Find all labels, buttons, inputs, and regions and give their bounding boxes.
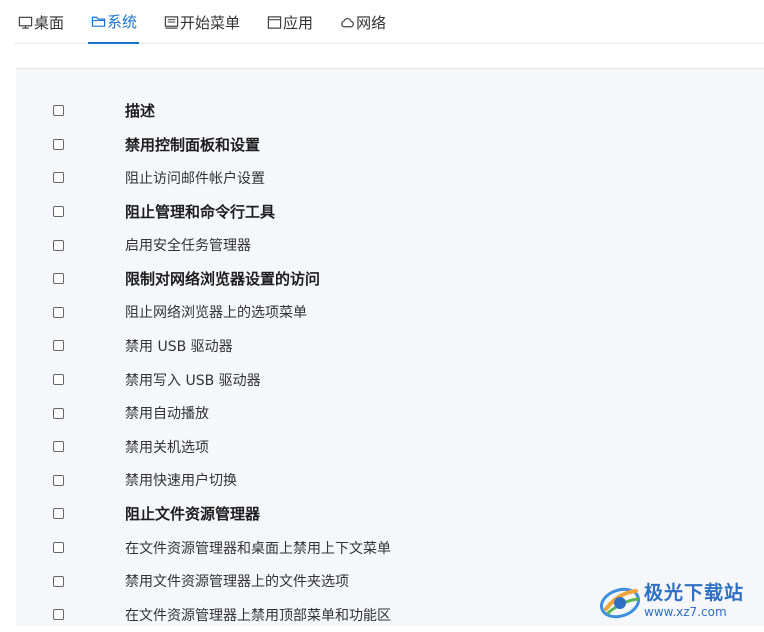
window-icon — [266, 14, 282, 30]
option-checkbox[interactable] — [53, 576, 64, 587]
option-row: 在文件资源管理器和桌面上禁用上下文菜单 — [16, 531, 764, 565]
option-label: 禁用控制面板和设置 — [125, 134, 260, 155]
aurora-logo-icon — [598, 581, 642, 621]
watermark-url: www.xz7.com — [644, 606, 744, 618]
options-list: 描述 禁用控制面板和设置 阻止访问邮件帐户设置 阻止管理和命令行工具 启用安全任… — [16, 94, 764, 632]
tab-label: 应用 — [283, 12, 313, 33]
option-row: 禁用关机选项 — [16, 430, 764, 464]
option-checkbox[interactable] — [53, 172, 64, 183]
option-row: 禁用 USB 驱动器 — [16, 329, 764, 363]
option-checkbox[interactable] — [53, 139, 64, 150]
option-checkbox[interactable] — [53, 340, 64, 351]
tab-apps[interactable]: 应用 — [264, 0, 315, 44]
option-label: 阻止文件资源管理器 — [125, 503, 260, 524]
option-checkbox[interactable] — [53, 609, 64, 620]
option-row: 阻止文件资源管理器 — [16, 497, 764, 531]
option-label: 禁用快速用户切换 — [125, 470, 237, 490]
start-menu-icon — [163, 14, 179, 30]
option-label: 启用安全任务管理器 — [125, 235, 251, 255]
watermark-text: 极光下载站 www.xz7.com — [644, 584, 744, 618]
option-row: 禁用控制面板和设置 — [16, 128, 764, 162]
tab-label: 开始菜单 — [180, 12, 240, 33]
option-label: 阻止访问邮件帐户设置 — [125, 168, 265, 188]
option-row-description: 描述 — [16, 94, 764, 128]
tab-label: 桌面 — [34, 12, 64, 33]
option-label: 在文件资源管理器上禁用顶部菜单和功能区 — [125, 605, 391, 625]
option-checkbox[interactable] — [53, 475, 64, 486]
option-label: 在文件资源管理器和桌面上禁用上下文菜单 — [125, 538, 391, 558]
option-row: 禁用自动播放 — [16, 396, 764, 430]
option-row: 禁用快速用户切换 — [16, 464, 764, 498]
option-label: 禁用文件资源管理器上的文件夹选项 — [125, 571, 349, 591]
tab-system[interactable]: 系统 — [88, 0, 139, 44]
tab-start-menu[interactable]: 开始菜单 — [161, 0, 242, 44]
option-row: 禁用写入 USB 驱动器 — [16, 363, 764, 397]
options-panel: 描述 禁用控制面板和设置 阻止访问邮件帐户设置 阻止管理和命令行工具 启用安全任… — [16, 68, 764, 626]
option-checkbox[interactable] — [53, 273, 64, 284]
watermark: 极光下载站 www.xz7.com — [598, 578, 758, 624]
option-row: 阻止访问邮件帐户设置 — [16, 161, 764, 195]
option-row: 启用安全任务管理器 — [16, 228, 764, 262]
column-header-description: 描述 — [125, 100, 155, 121]
option-row: 阻止管理和命令行工具 — [16, 195, 764, 229]
option-label: 限制对网络浏览器设置的访问 — [125, 268, 320, 289]
option-checkbox-all[interactable] — [53, 105, 64, 116]
option-checkbox[interactable] — [53, 542, 64, 553]
tab-desktop[interactable]: 桌面 — [15, 0, 66, 44]
watermark-name: 极光下载站 — [644, 584, 744, 603]
tab-network[interactable]: 网络 — [337, 0, 388, 44]
tab-bar: 桌面 系统 开始菜单 应用 网络 — [0, 0, 764, 44]
option-label: 阻止管理和命令行工具 — [125, 201, 275, 222]
option-row: 限制对网络浏览器设置的访问 — [16, 262, 764, 296]
option-label: 禁用自动播放 — [125, 403, 209, 423]
option-label: 阻止网络浏览器上的选项菜单 — [125, 302, 307, 322]
option-label: 禁用关机选项 — [125, 437, 209, 457]
option-checkbox[interactable] — [53, 508, 64, 519]
option-checkbox[interactable] — [53, 441, 64, 452]
folder-icon — [90, 13, 106, 29]
option-checkbox[interactable] — [53, 206, 64, 217]
option-checkbox[interactable] — [53, 374, 64, 385]
option-checkbox[interactable] — [53, 240, 64, 251]
option-checkbox[interactable] — [53, 307, 64, 318]
option-row: 阻止网络浏览器上的选项菜单 — [16, 296, 764, 330]
option-checkbox[interactable] — [53, 408, 64, 419]
tab-label: 网络 — [356, 12, 386, 33]
option-label: 禁用 USB 驱动器 — [125, 336, 233, 356]
monitor-icon — [17, 14, 33, 30]
cloud-icon — [339, 14, 355, 30]
tab-label: 系统 — [107, 11, 137, 32]
option-label: 禁用写入 USB 驱动器 — [125, 370, 261, 390]
